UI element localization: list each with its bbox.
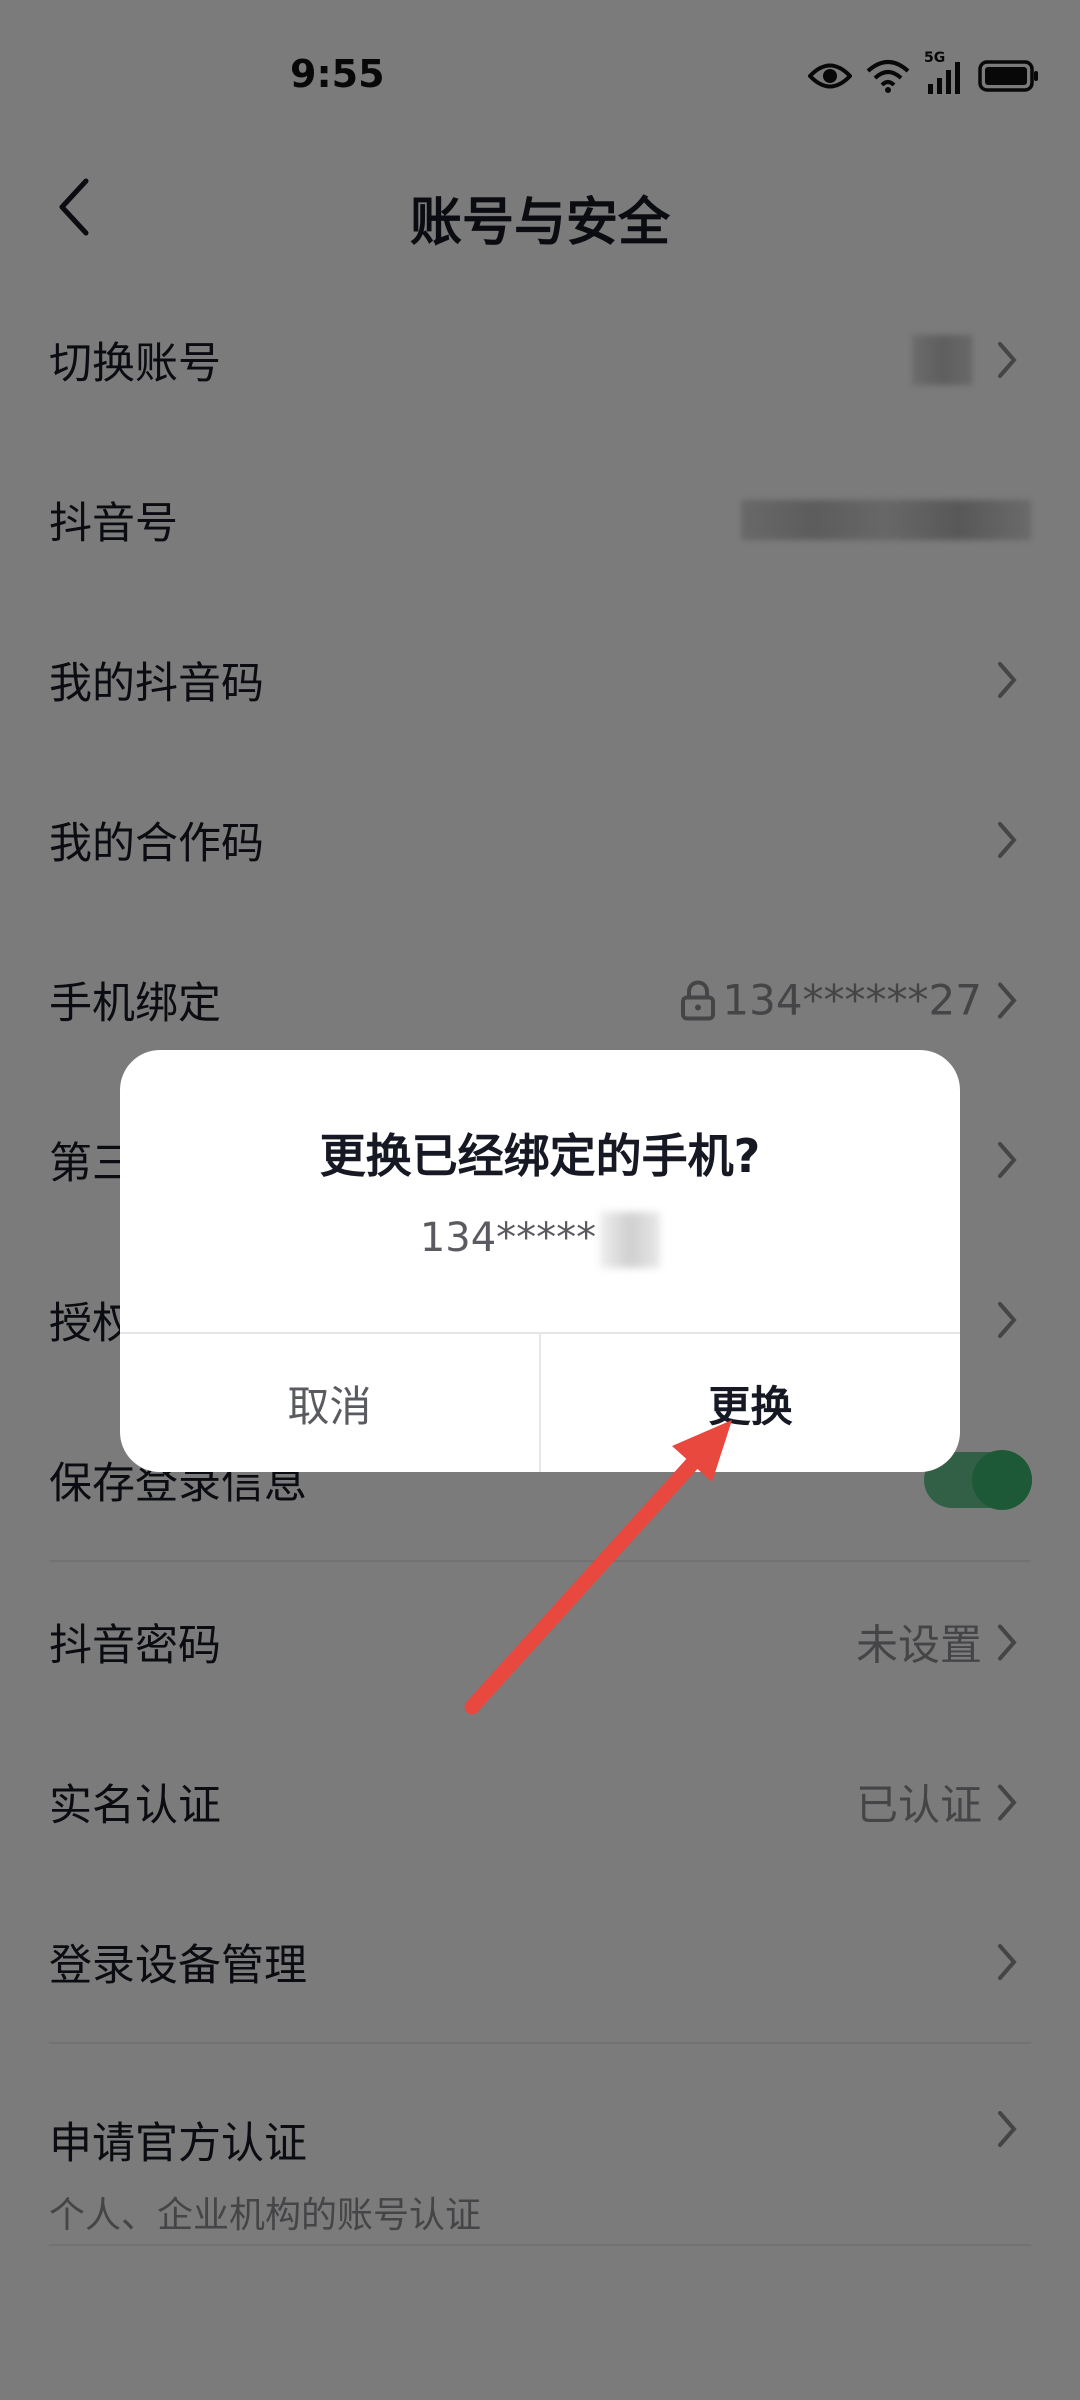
dialog-phone-number: 134***** bbox=[419, 1215, 597, 1261]
blurred-phone-digits bbox=[600, 1212, 661, 1268]
dialog-title: 更换已经绑定的手机? bbox=[319, 1129, 761, 1183]
change-phone-dialog: 更换已经绑定的手机? 134***** 取消 更换 bbox=[120, 1050, 960, 1472]
dialog-buttons: 取消 更换 bbox=[120, 1334, 960, 1472]
cancel-button[interactable]: 取消 bbox=[120, 1334, 541, 1472]
change-button[interactable]: 更换 bbox=[541, 1334, 960, 1472]
dialog-subtitle: 134***** bbox=[120, 1212, 960, 1268]
